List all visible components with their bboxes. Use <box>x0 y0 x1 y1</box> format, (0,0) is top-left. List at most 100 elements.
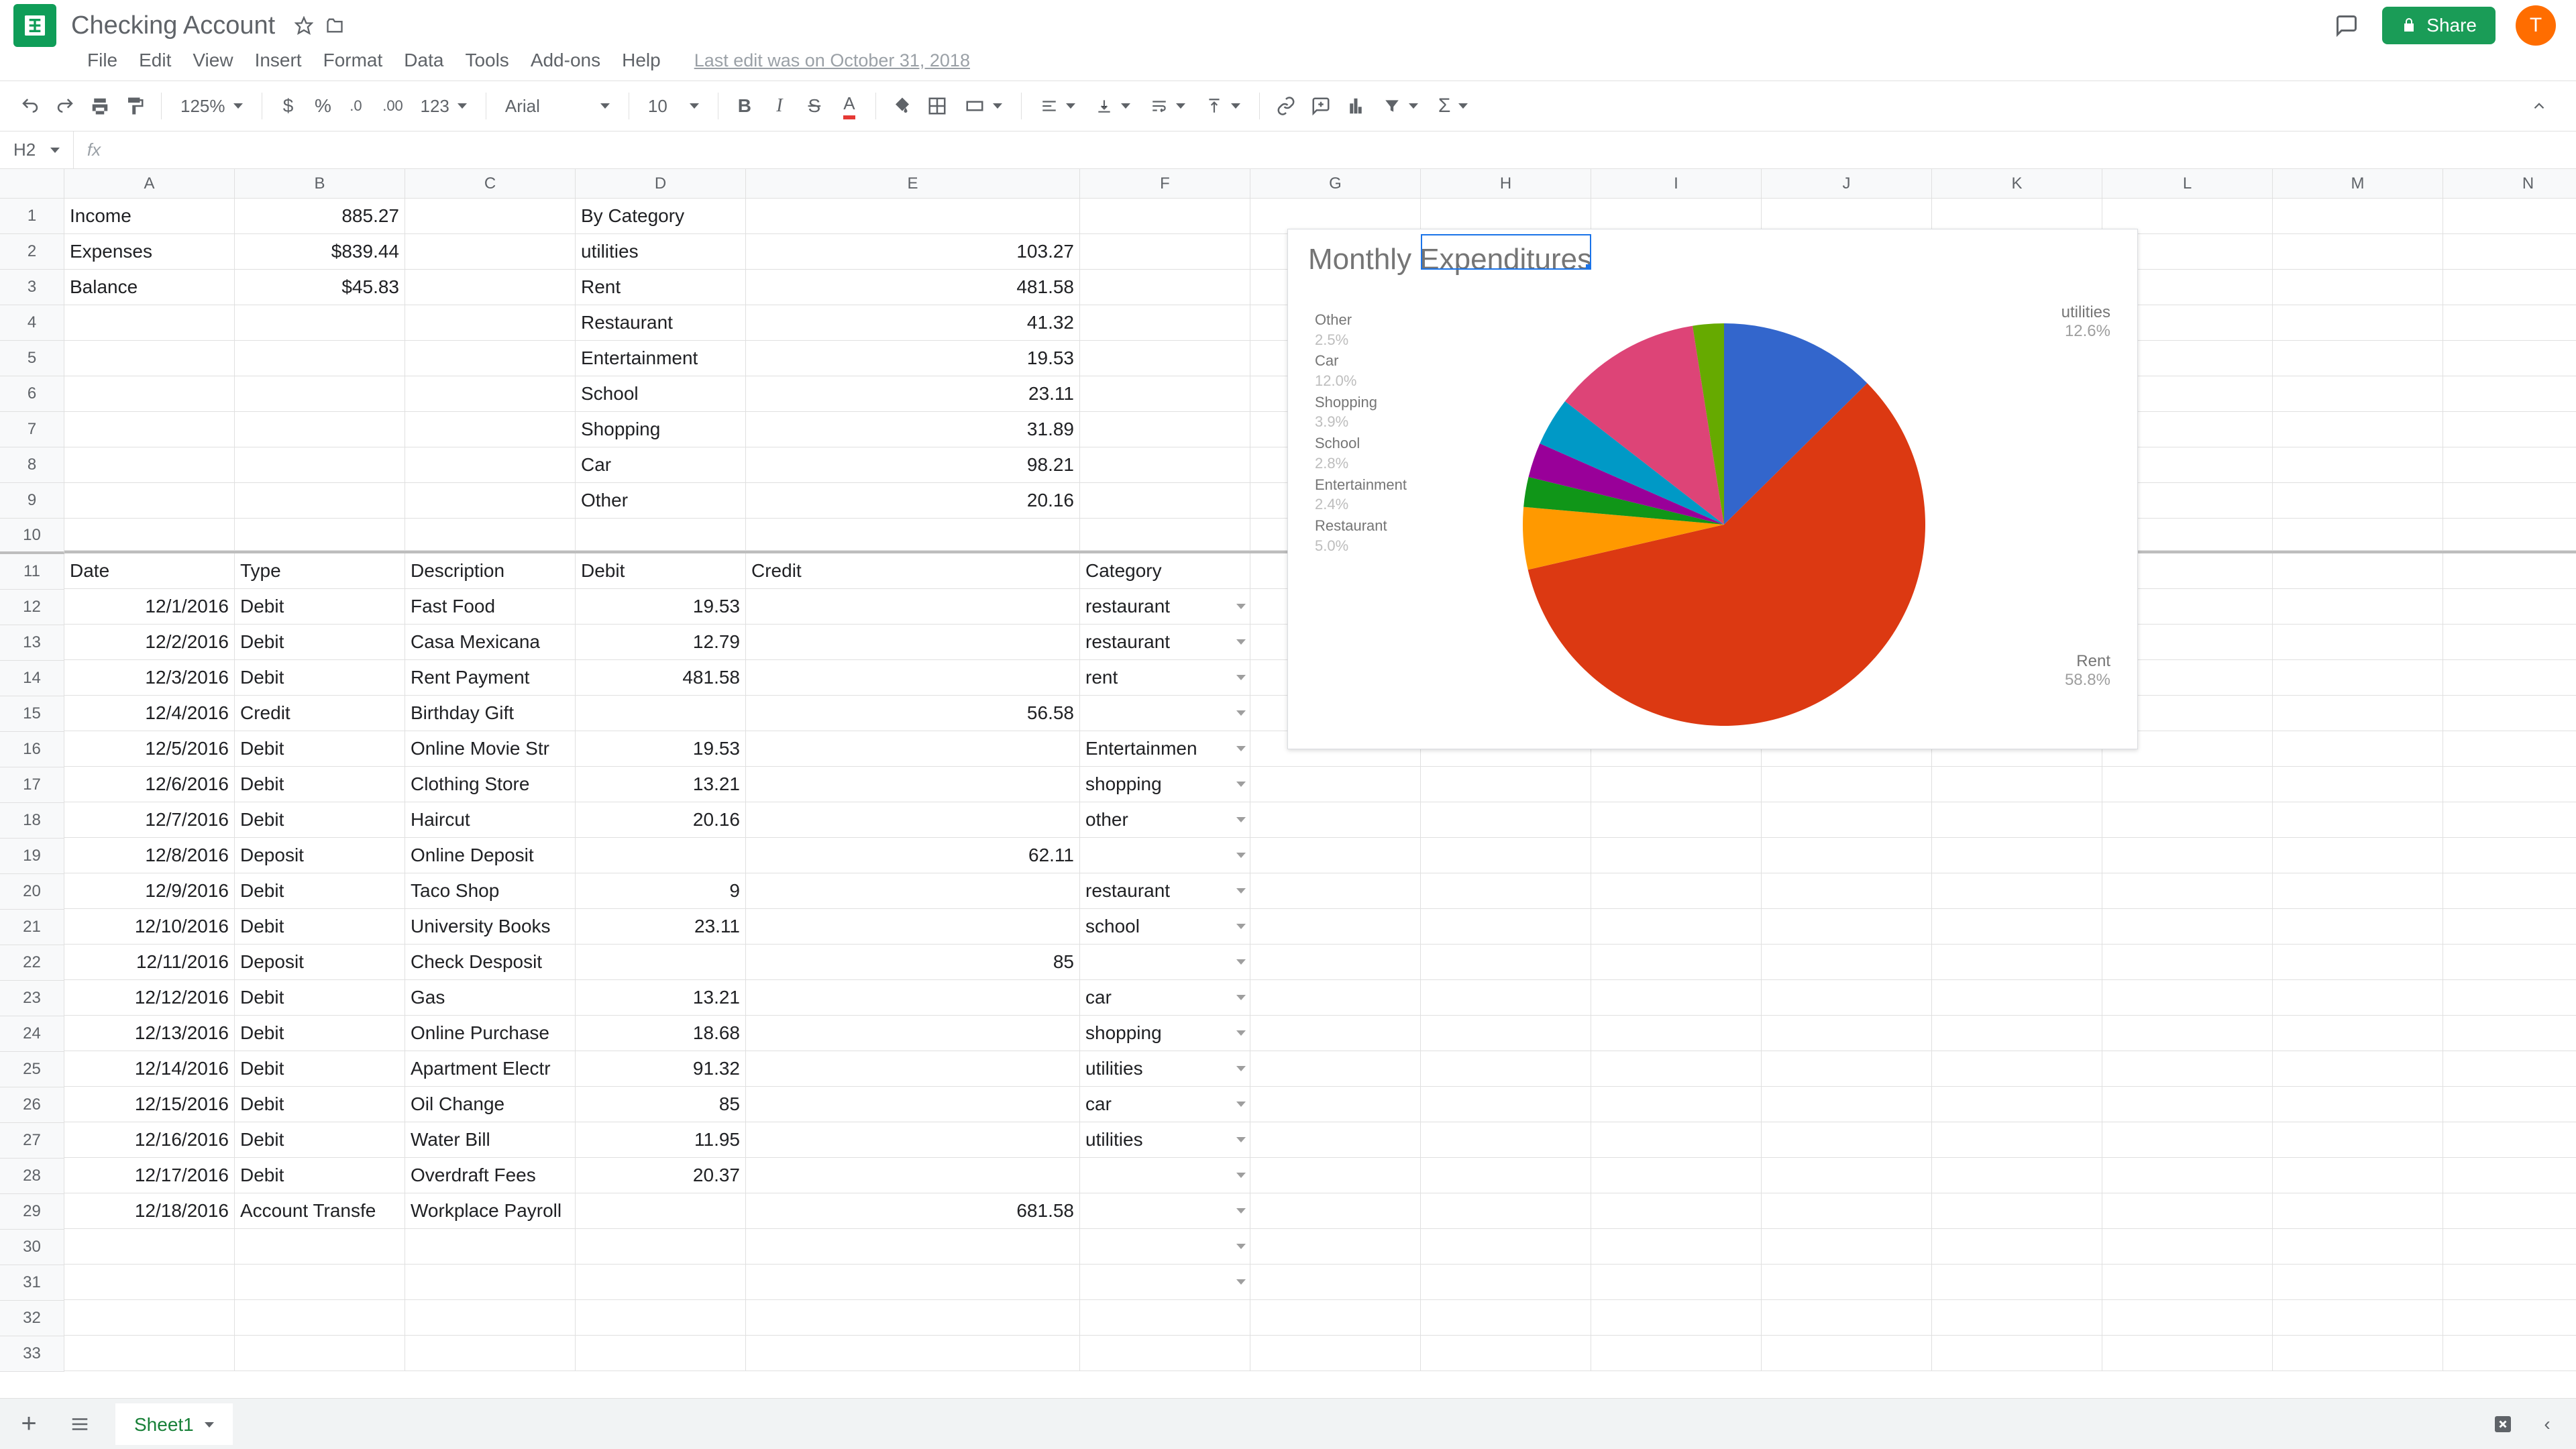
cell-B31[interactable] <box>235 1265 405 1300</box>
h-align-select[interactable] <box>1032 91 1083 121</box>
cell-N33[interactable] <box>2443 1336 2576 1371</box>
cell-J24[interactable] <box>1762 1016 1932 1051</box>
cell-D5[interactable]: Entertainment <box>576 341 746 376</box>
dropdown-icon[interactable] <box>1236 746 1246 751</box>
cell-B28[interactable]: Debit <box>235 1158 405 1193</box>
cell-C18[interactable]: Haircut <box>405 802 576 838</box>
cell-D28[interactable]: 20.37 <box>576 1158 746 1193</box>
cell-C19[interactable]: Online Deposit <box>405 838 576 873</box>
cell-M18[interactable] <box>2273 802 2443 838</box>
cell-B15[interactable]: Credit <box>235 696 405 731</box>
cell-G24[interactable] <box>1250 1016 1421 1051</box>
cell-B27[interactable]: Debit <box>235 1122 405 1158</box>
row-header-3[interactable]: 3 <box>0 270 64 305</box>
cell-K18[interactable] <box>1932 802 2102 838</box>
cell-A22[interactable]: 12/11/2016 <box>64 945 235 980</box>
cell-I24[interactable] <box>1591 1016 1762 1051</box>
cell-L26[interactable] <box>2102 1087 2273 1122</box>
cell-I17[interactable] <box>1591 767 1762 802</box>
row-header-10[interactable]: 10 <box>0 519 64 554</box>
menu-data[interactable]: Data <box>404 50 443 71</box>
cell-I22[interactable] <box>1591 945 1762 980</box>
cell-H30[interactable] <box>1421 1229 1591 1265</box>
cell-A7[interactable] <box>64 412 235 447</box>
last-edit-link[interactable]: Last edit was on October 31, 2018 <box>694 50 970 71</box>
chart-icon[interactable] <box>1340 91 1371 121</box>
cell-D6[interactable]: School <box>576 376 746 412</box>
cell-C14[interactable]: Rent Payment <box>405 660 576 696</box>
cell-D27[interactable]: 11.95 <box>576 1122 746 1158</box>
cell-D3[interactable]: Rent <box>576 270 746 305</box>
print-icon[interactable] <box>85 91 115 121</box>
row-header-7[interactable]: 7 <box>0 412 64 447</box>
cell-H32[interactable] <box>1421 1300 1591 1336</box>
cell-A18[interactable]: 12/7/2016 <box>64 802 235 838</box>
cell-E23[interactable] <box>746 980 1080 1016</box>
number-format-select[interactable]: 123 <box>413 91 475 121</box>
cell-D26[interactable]: 85 <box>576 1087 746 1122</box>
cell-J29[interactable] <box>1762 1193 1932 1229</box>
cell-H24[interactable] <box>1421 1016 1591 1051</box>
cell-H20[interactable] <box>1421 873 1591 909</box>
cell-I27[interactable] <box>1591 1122 1762 1158</box>
formula-input[interactable] <box>114 131 2576 168</box>
cell-C30[interactable] <box>405 1229 576 1265</box>
cell-K28[interactable] <box>1932 1158 2102 1193</box>
cell-K29[interactable] <box>1932 1193 2102 1229</box>
col-header-H[interactable]: H <box>1421 169 1591 199</box>
cell-A33[interactable] <box>64 1336 235 1371</box>
cell-B5[interactable] <box>235 341 405 376</box>
cell-E22[interactable]: 85 <box>746 945 1080 980</box>
cell-C6[interactable] <box>405 376 576 412</box>
cell-E24[interactable] <box>746 1016 1080 1051</box>
cell-H23[interactable] <box>1421 980 1591 1016</box>
cell-H19[interactable] <box>1421 838 1591 873</box>
share-button[interactable]: Share <box>2382 7 2496 44</box>
cell-E4[interactable]: 41.32 <box>746 305 1080 341</box>
cell-A4[interactable] <box>64 305 235 341</box>
cell-F15[interactable] <box>1080 696 1250 731</box>
cell-D22[interactable] <box>576 945 746 980</box>
cell-B2[interactable]: $839.44 <box>235 234 405 270</box>
wrap-select[interactable] <box>1142 91 1193 121</box>
col-header-L[interactable]: L <box>2102 169 2273 199</box>
move-icon[interactable] <box>319 10 350 41</box>
filter-select[interactable] <box>1375 91 1426 121</box>
cell-G27[interactable] <box>1250 1122 1421 1158</box>
cell-C13[interactable]: Casa Mexicana <box>405 625 576 660</box>
cell-C1[interactable] <box>405 199 576 234</box>
cell-I21[interactable] <box>1591 909 1762 945</box>
cell-F11[interactable]: Category <box>1080 553 1250 589</box>
dropdown-icon[interactable] <box>1236 959 1246 965</box>
cell-H31[interactable] <box>1421 1265 1591 1300</box>
cell-G21[interactable] <box>1250 909 1421 945</box>
row-header-8[interactable]: 8 <box>0 447 64 483</box>
col-header-B[interactable]: B <box>235 169 405 199</box>
cell-D16[interactable]: 19.53 <box>576 731 746 767</box>
cell-N17[interactable] <box>2443 767 2576 802</box>
cell-L18[interactable] <box>2102 802 2273 838</box>
cell-K21[interactable] <box>1932 909 2102 945</box>
cell-C8[interactable] <box>405 447 576 483</box>
cell-M4[interactable] <box>2273 305 2443 341</box>
cell-H25[interactable] <box>1421 1051 1591 1087</box>
dropdown-icon[interactable] <box>1236 710 1246 716</box>
cell-F24[interactable]: shopping <box>1080 1016 1250 1051</box>
cell-E2[interactable]: 103.27 <box>746 234 1080 270</box>
cell-M10[interactable] <box>2273 519 2443 551</box>
cell-F7[interactable] <box>1080 412 1250 447</box>
cell-E30[interactable] <box>746 1229 1080 1265</box>
cell-L25[interactable] <box>2102 1051 2273 1087</box>
row-header-27[interactable]: 27 <box>0 1123 64 1159</box>
cell-A30[interactable] <box>64 1229 235 1265</box>
dropdown-icon[interactable] <box>1236 1137 1246 1142</box>
cell-M21[interactable] <box>2273 909 2443 945</box>
decrease-decimal-icon[interactable]: .0 <box>343 91 374 121</box>
dropdown-icon[interactable] <box>1236 1030 1246 1036</box>
explore-icon[interactable] <box>2487 1409 2518 1440</box>
cell-J18[interactable] <box>1762 802 1932 838</box>
cell-N25[interactable] <box>2443 1051 2576 1087</box>
cell-B17[interactable]: Debit <box>235 767 405 802</box>
row-header-14[interactable]: 14 <box>0 661 64 696</box>
cell-F20[interactable]: restaurant <box>1080 873 1250 909</box>
